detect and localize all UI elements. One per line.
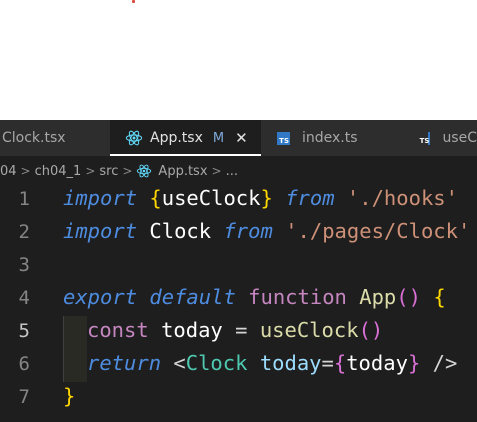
code-area[interactable]: 1 import {useClock} from './hooks' 2 imp… — [0, 184, 477, 422]
jsx-bracket: < — [173, 351, 186, 375]
chevron-right-icon: > — [20, 164, 31, 178]
jsx-attribute: today — [259, 351, 322, 375]
tab-bar: Clock.tsx App.tsx M ✕ TS index.ts TS use… — [0, 120, 477, 156]
line-number: 4 — [18, 287, 30, 309]
operator: = — [235, 318, 248, 342]
jsx-bracket: /> — [432, 351, 458, 375]
code-line: 5 const today = useClock() — [0, 316, 477, 349]
indent-guide — [63, 316, 87, 349]
code-line: 4 export default function App() { — [0, 283, 477, 316]
code-line: 3 — [0, 250, 477, 283]
line-number: 1 — [18, 188, 30, 210]
breadcrumb: 04 > ch04_1 > src > App.tsx > ... — [0, 160, 238, 182]
close-icon[interactable]: ✕ — [235, 129, 248, 147]
code-line: 6 return <Clock today={today} /> — [0, 349, 477, 382]
breadcrumb-item[interactable]: 04 — [0, 164, 17, 179]
line-number: 7 — [18, 386, 30, 408]
indent-guide — [63, 349, 87, 382]
red-mark — [132, 0, 135, 3]
bracket: { — [433, 285, 446, 309]
function-name: useClock — [259, 318, 359, 342]
string: './hooks' — [346, 186, 458, 210]
tab-clock-tsx[interactable]: Clock.tsx — [0, 120, 110, 156]
breadcrumb-item[interactable]: src — [99, 164, 118, 179]
identifier: today — [161, 318, 223, 342]
bracket: } — [63, 384, 76, 408]
line-number: 2 — [18, 221, 30, 243]
line-number: 3 — [18, 254, 30, 276]
identifier: useClock — [161, 186, 261, 210]
identifier: Clock — [149, 219, 212, 243]
tab-index-ts[interactable]: TS index.ts — [261, 120, 416, 156]
react-icon — [136, 164, 152, 178]
code-editor[interactable]: Clock.tsx App.tsx M ✕ TS index.ts TS use… — [0, 120, 477, 422]
tab-label: useC — [442, 130, 477, 146]
keyword: const — [87, 318, 149, 342]
keyword: default — [149, 285, 236, 309]
keyword: from — [285, 186, 335, 210]
operator: = — [321, 351, 334, 375]
breadcrumb-item: App.tsx — [158, 163, 208, 179]
modified-badge: M — [212, 130, 225, 146]
typescript-icon: TS — [277, 131, 290, 145]
bracket: () — [396, 285, 421, 309]
keyword: from — [223, 219, 273, 243]
identifier: today — [346, 351, 408, 375]
function-name: App — [359, 285, 397, 309]
chevron-right-icon: > — [85, 164, 96, 178]
keyword: import — [63, 186, 138, 210]
keyword: import — [63, 219, 138, 243]
bracket: { — [149, 186, 162, 210]
code-line: 2 import Clock from './pages/Clock' — [0, 217, 477, 250]
jsx-component: Clock — [185, 351, 248, 375]
line-number: 5 — [18, 320, 30, 342]
code-line: 1 import {useClock} from './hooks' — [0, 184, 477, 217]
chevron-right-icon: > — [211, 164, 222, 178]
tab-useclock[interactable]: TS useC — [416, 120, 477, 156]
breadcrumb-item[interactable]: ... — [226, 164, 238, 179]
bracket: () — [358, 318, 384, 342]
bracket: { — [333, 351, 347, 375]
tab-label: App.tsx — [150, 130, 203, 146]
breadcrumb-item[interactable]: ch04_1 — [35, 164, 82, 179]
tab-label: Clock.tsx — [2, 130, 66, 146]
line-number: 6 — [18, 353, 30, 375]
string: './pages/Clock' — [285, 219, 471, 243]
chevron-right-icon: > — [122, 164, 133, 178]
keyword: export — [63, 285, 138, 309]
code-line: 7 } — [0, 382, 477, 415]
typescript-icon: TS — [420, 131, 431, 145]
keyword: return — [87, 351, 162, 375]
bracket: } — [260, 186, 273, 210]
bracket: } — [407, 351, 421, 375]
react-icon — [125, 130, 143, 146]
breadcrumb-file[interactable]: App.tsx — [136, 163, 208, 179]
tab-app-tsx[interactable]: App.tsx M ✕ — [110, 120, 261, 156]
tab-label: index.ts — [302, 130, 358, 146]
keyword: function — [248, 285, 347, 309]
